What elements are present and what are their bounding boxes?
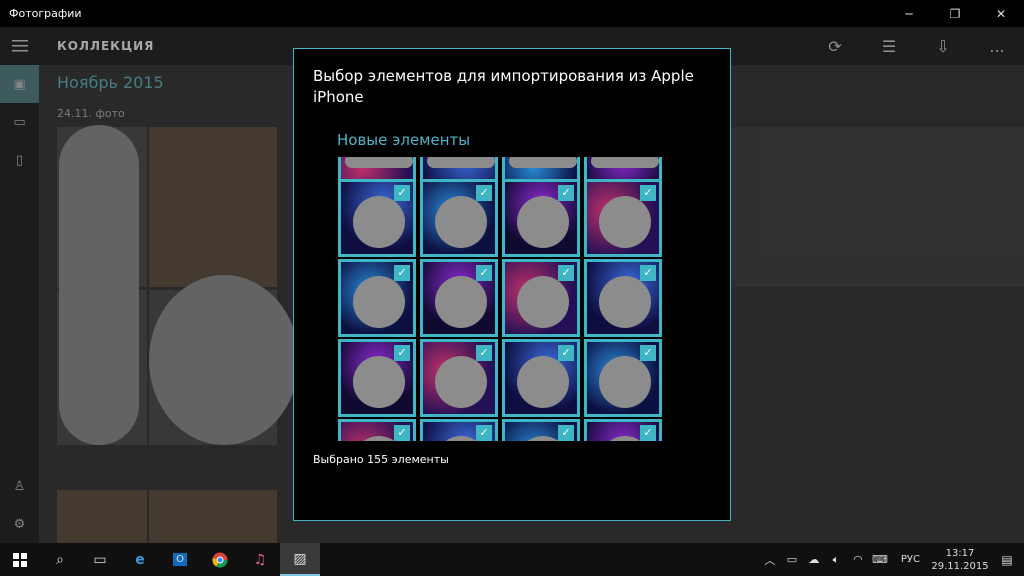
task-view-icon: ▭ xyxy=(93,551,107,568)
redaction-blob xyxy=(599,196,651,248)
checkbox-checked-icon[interactable]: ✓ xyxy=(558,425,574,441)
outlook-button[interactable]: O xyxy=(160,543,200,576)
photo-tile[interactable]: ✓ xyxy=(420,339,498,417)
photo-tile[interactable]: ✓ xyxy=(338,339,416,417)
photo-tile[interactable]: ✓ xyxy=(502,179,580,257)
redaction-blob xyxy=(353,356,405,408)
itunes-icon: ♫ xyxy=(253,551,267,568)
photo-tile[interactable]: ✓ xyxy=(420,259,498,337)
redaction-blob xyxy=(591,157,659,168)
checkbox-checked-icon[interactable]: ✓ xyxy=(476,425,492,441)
title-bar: Фотографии ─ ❐ ✕ xyxy=(0,0,1024,27)
photo-grid: ✓✓✓✓✓✓✓✓✓✓✓✓✓✓✓✓✓✓✓✓ xyxy=(338,157,662,441)
clock[interactable]: 13:17 29.11.2015 xyxy=(930,547,990,573)
photo-tile[interactable]: ✓ xyxy=(584,259,662,337)
checkbox-checked-icon[interactable]: ✓ xyxy=(640,185,656,201)
checkbox-checked-icon[interactable]: ✓ xyxy=(476,265,492,281)
checkbox-checked-icon[interactable]: ✓ xyxy=(640,345,656,361)
photo-tile[interactable]: ✓ xyxy=(502,339,580,417)
redaction-blob xyxy=(435,196,487,248)
minimize-icon: ─ xyxy=(905,6,913,21)
photo-tile[interactable]: ✓ xyxy=(338,419,416,441)
photo-tile[interactable]: ✓ xyxy=(584,179,662,257)
redaction-blob xyxy=(435,276,487,328)
chrome-button[interactable] xyxy=(200,543,240,576)
edge-button[interactable]: e xyxy=(120,543,160,576)
start-icon xyxy=(13,552,27,567)
redaction-blob xyxy=(599,356,651,408)
keyboard-icon[interactable]: ⌨ xyxy=(869,553,891,566)
volume-icon[interactable]: 🔈︎ xyxy=(825,553,847,567)
redaction-blob xyxy=(517,356,569,408)
photo-tile[interactable]: ✓ xyxy=(420,179,498,257)
checkbox-checked-icon[interactable]: ✓ xyxy=(394,265,410,281)
section-new-items[interactable]: Новые элементы xyxy=(337,131,470,149)
task-view-button[interactable]: ▭ xyxy=(80,543,120,576)
taskbar: ⌕ ▭ e O ♫ ▨ ︿ ▭ ☁ 🔈︎ ◠ ⌨ РУС 13:17 29.11… xyxy=(0,543,1024,576)
chrome-icon xyxy=(212,552,228,568)
minimize-button[interactable]: ─ xyxy=(886,0,932,27)
redaction-blob xyxy=(517,276,569,328)
photo-tile[interactable]: ✓ xyxy=(502,259,580,337)
start-button[interactable] xyxy=(0,543,40,576)
checkbox-checked-icon[interactable]: ✓ xyxy=(640,265,656,281)
clock-date: 29.11.2015 xyxy=(931,560,989,572)
redaction-blob xyxy=(353,276,405,328)
redaction-blob xyxy=(599,276,651,328)
photo-tile[interactable]: ✓ xyxy=(338,179,416,257)
restore-button[interactable]: ❐ xyxy=(932,0,978,27)
battery-icon[interactable]: ▭ xyxy=(781,553,803,566)
checkbox-checked-icon[interactable]: ✓ xyxy=(558,185,574,201)
redaction-blob xyxy=(427,157,495,168)
search-icon: ⌕ xyxy=(56,551,64,568)
redaction-blob xyxy=(435,356,487,408)
language-indicator[interactable]: РУС xyxy=(901,554,920,565)
photo-tile[interactable]: ✓ xyxy=(420,419,498,441)
photos-icon: ▨ xyxy=(293,550,307,567)
window-title: Фотографии xyxy=(9,7,82,20)
photo-tile[interactable]: ✓ xyxy=(584,339,662,417)
redaction-blob xyxy=(517,196,569,248)
redaction-blob xyxy=(353,196,405,248)
checkbox-checked-icon[interactable]: ✓ xyxy=(558,345,574,361)
photos-button[interactable]: ▨ xyxy=(280,543,320,576)
checkbox-checked-icon[interactable]: ✓ xyxy=(640,425,656,441)
selection-status: Выбрано 155 элементы xyxy=(313,453,449,466)
checkbox-checked-icon[interactable]: ✓ xyxy=(476,185,492,201)
close-icon: ✕ xyxy=(995,6,1007,21)
chevron-up-icon[interactable]: ︿ xyxy=(759,552,781,568)
close-button[interactable]: ✕ xyxy=(978,0,1024,27)
itunes-button[interactable]: ♫ xyxy=(240,543,280,576)
system-tray: ︿ ▭ ☁ 🔈︎ ◠ ⌨ РУС 13:17 29.11.2015 ▤ xyxy=(759,543,1024,576)
search-button[interactable]: ⌕ xyxy=(40,543,80,576)
checkbox-checked-icon[interactable]: ✓ xyxy=(394,425,410,441)
import-dialog: Выбор элементов для импортирования из Ap… xyxy=(293,48,731,521)
wifi-icon[interactable]: ◠ xyxy=(847,553,869,566)
redaction-blob xyxy=(509,157,577,168)
clock-time: 13:17 xyxy=(945,547,975,559)
action-center-icon[interactable]: ▤ xyxy=(990,553,1024,567)
photo-tile[interactable]: ✓ xyxy=(584,419,662,441)
checkbox-checked-icon[interactable]: ✓ xyxy=(558,265,574,281)
edge-icon: e xyxy=(135,551,145,568)
restore-icon: ❐ xyxy=(949,6,961,21)
checkbox-checked-icon[interactable]: ✓ xyxy=(394,185,410,201)
outlook-icon: O xyxy=(173,553,187,566)
redaction-blob xyxy=(345,157,413,168)
photo-tile[interactable]: ✓ xyxy=(338,259,416,337)
checkbox-checked-icon[interactable]: ✓ xyxy=(476,345,492,361)
checkbox-checked-icon[interactable]: ✓ xyxy=(394,345,410,361)
photo-tile[interactable]: ✓ xyxy=(502,419,580,441)
dialog-title: Выбор элементов для импортирования из Ap… xyxy=(313,67,694,106)
cloud-icon[interactable]: ☁ xyxy=(803,553,825,566)
